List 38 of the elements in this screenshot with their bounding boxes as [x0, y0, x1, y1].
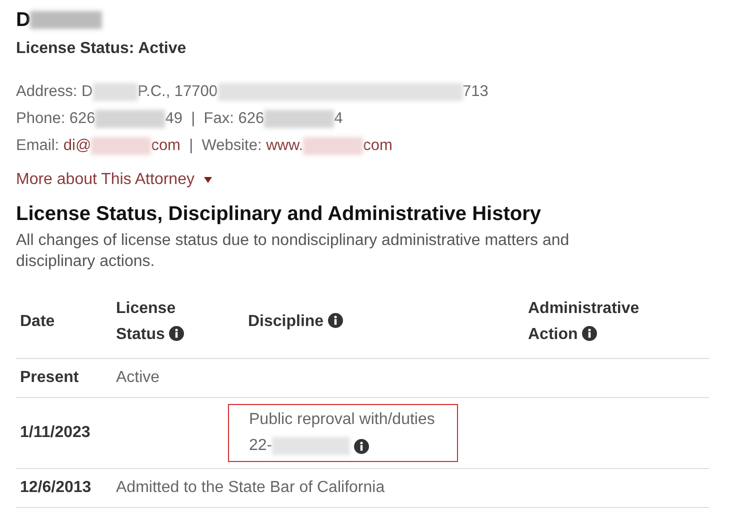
contact-text: 713 [462, 82, 488, 100]
info-icon[interactable] [582, 326, 597, 341]
redaction-mark [91, 136, 152, 154]
info-icon[interactable] [328, 313, 343, 328]
info-icon[interactable] [168, 326, 184, 341]
more-about-link[interactable]: More about This Attorney [16, 171, 212, 189]
contact-text: 49 | Fax: 626 [165, 110, 264, 128]
link-text[interactable]: com [151, 136, 180, 154]
redaction-mark [92, 82, 138, 100]
info-icon[interactable] [354, 438, 370, 454]
column-header: Date [20, 312, 55, 332]
contact-text: Email: [16, 136, 60, 154]
case-number: 22- [249, 436, 272, 456]
column-header: Administrative Action [528, 299, 640, 345]
section-title: License Status, Disciplinary and Administrative History [16, 203, 542, 226]
caret-icon [204, 177, 212, 183]
history-note: Admitted to the State Bar of California [112, 468, 709, 508]
redaction-mark [264, 110, 334, 128]
link-text[interactable]: com [363, 136, 392, 154]
date-cell: 1/11/2023 [16, 398, 112, 468]
section-description: All changes of license status due to nondisciplinary administrative matters and disciplinary actions. [16, 231, 570, 272]
contact-text: Address: D [16, 82, 93, 100]
contact-text: 4 [334, 110, 343, 128]
contact-text: Phone: 626 [16, 110, 96, 128]
discipline-text: Public reproval with/duties [249, 410, 435, 430]
column-header: License Status [116, 296, 192, 348]
redaction-mark [95, 110, 166, 128]
redaction-mark [303, 136, 364, 154]
license-status: License Status: Active [16, 40, 188, 58]
link-text[interactable]: di@ [63, 136, 92, 154]
status-text: Active [116, 369, 160, 386]
date-cell: 12/6/2013 [16, 468, 112, 508]
link-text[interactable]: www. [266, 136, 304, 154]
column-header: Discipline [248, 309, 343, 335]
date-cell: Present [16, 358, 112, 398]
attorney-name: D [16, 8, 30, 32]
contact-text: | Website: [188, 136, 263, 154]
contact-text: P.C., 17700 [138, 82, 218, 100]
